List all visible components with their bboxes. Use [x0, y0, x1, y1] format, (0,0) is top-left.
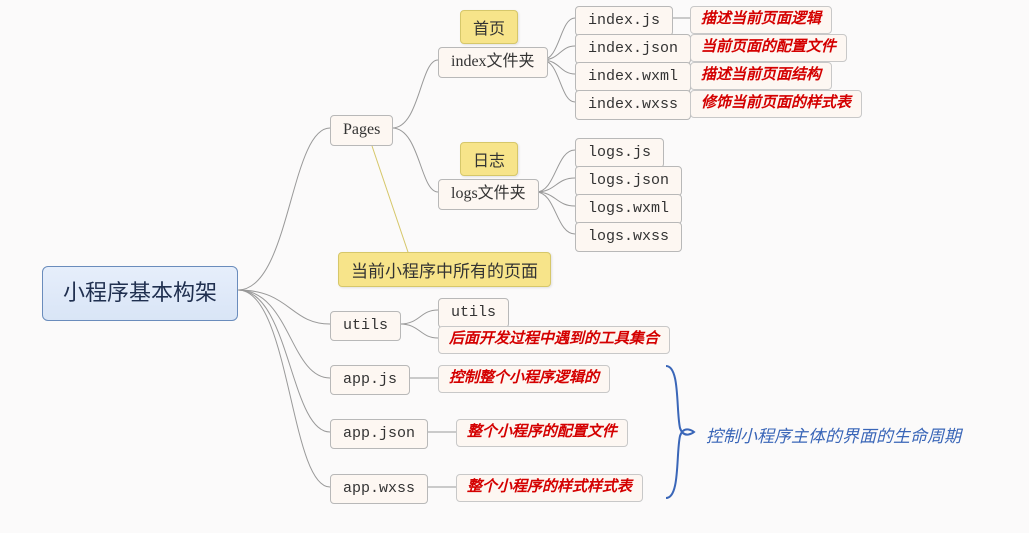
- node-utils-child: utils: [438, 298, 509, 328]
- desc-index-wxss: 修饰当前页面的样式表: [690, 90, 862, 118]
- node-appjson: app.json: [330, 419, 428, 449]
- node-utils: utils: [330, 311, 401, 341]
- node-logs-json: logs.json: [575, 166, 682, 196]
- annotation-lifecycle: 控制小程序主体的界面的生命周期: [706, 422, 961, 447]
- node-appjs: app.js: [330, 365, 410, 395]
- desc-index-wxml: 描述当前页面结构: [690, 62, 832, 90]
- node-appwxss: app.wxss: [330, 474, 428, 504]
- node-index-wxss: index.wxss: [575, 90, 691, 120]
- node-logs-folder: logs文件夹: [438, 179, 539, 210]
- desc-appjs: 控制整个小程序逻辑的: [438, 365, 610, 393]
- node-index-wxml: index.wxml: [575, 62, 691, 92]
- node-index-js: index.js: [575, 6, 673, 36]
- node-logs-wxss: logs.wxss: [575, 222, 682, 252]
- desc-appjson: 整个小程序的配置文件: [456, 419, 628, 447]
- node-pages: Pages: [330, 115, 393, 146]
- node-logs-js: logs.js: [575, 138, 664, 168]
- desc-index-js: 描述当前页面逻辑: [690, 6, 832, 34]
- node-logs-wxml: logs.wxml: [575, 194, 682, 224]
- desc-appwxss: 整个小程序的样式样式表: [456, 474, 643, 502]
- tag-index-home: 首页: [460, 10, 518, 44]
- node-index-folder: index文件夹: [438, 47, 548, 78]
- callout-pages-note: 当前小程序中所有的页面: [338, 252, 551, 287]
- node-index-json: index.json: [575, 34, 691, 64]
- tag-logs: 日志: [460, 142, 518, 176]
- desc-utils: 后面开发过程中遇到的工具集合: [438, 326, 670, 354]
- root-node: 小程序基本构架: [42, 266, 238, 321]
- desc-index-json: 当前页面的配置文件: [690, 34, 847, 62]
